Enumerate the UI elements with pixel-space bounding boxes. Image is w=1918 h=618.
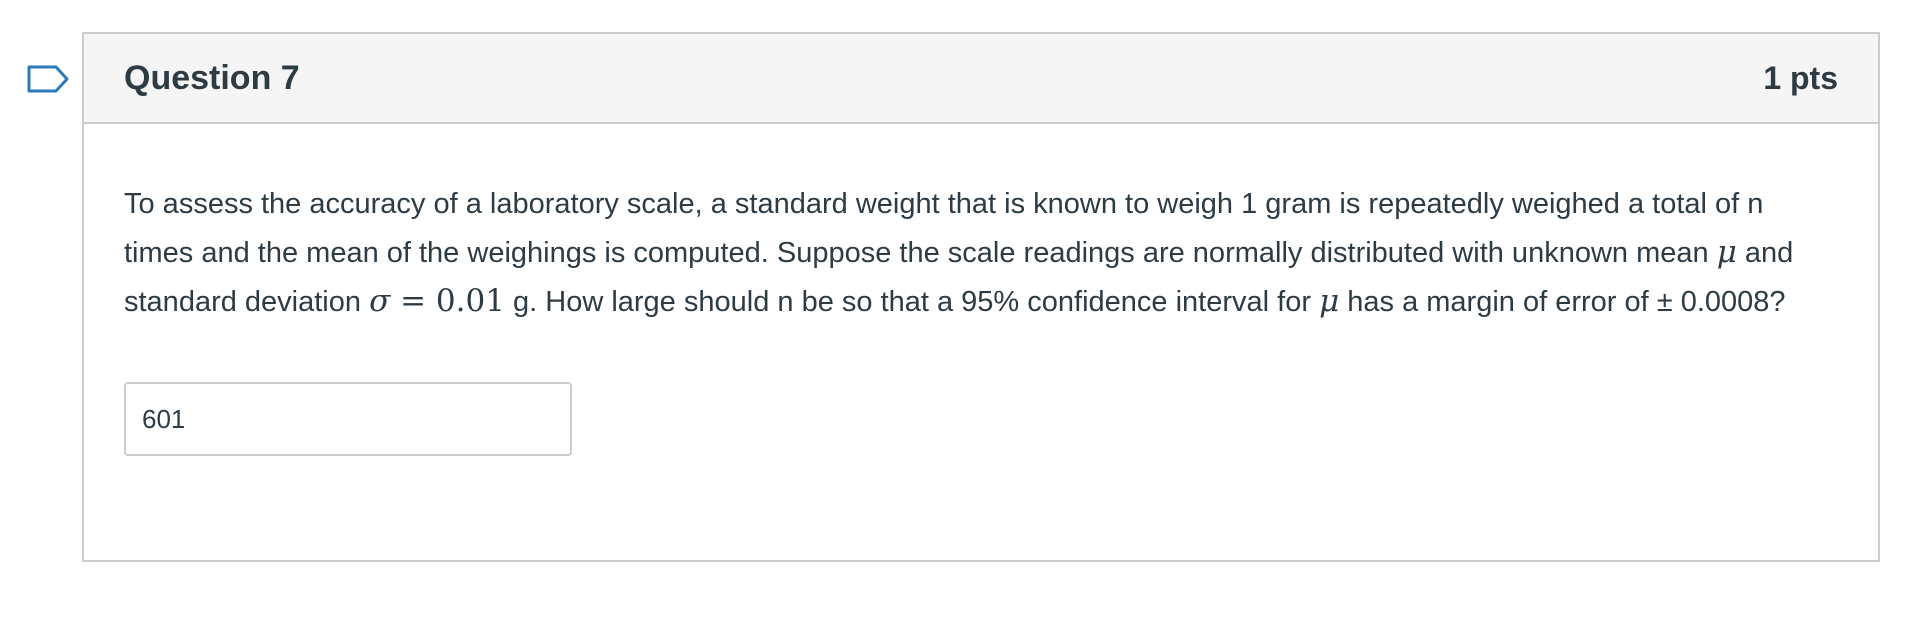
question-text: To assess the accuracy of a laboratory s…: [124, 180, 1838, 326]
question-header: Question 7 1 pts: [84, 34, 1878, 124]
flag-question-icon[interactable]: [26, 64, 70, 94]
question-text-part3: g. How large should n be so that a 95% c…: [504, 286, 1320, 318]
question-title: Question 7: [124, 58, 300, 97]
question-body: To assess the accuracy of a laboratory s…: [84, 124, 1878, 456]
math-mu: μ: [1716, 234, 1737, 270]
question-points: 1 pts: [1763, 59, 1838, 96]
answer-input[interactable]: 601: [124, 382, 572, 456]
math-mu-2: μ: [1319, 283, 1340, 319]
math-sigma-expression: σ = 0.01: [369, 283, 505, 319]
question-text-part4: has a margin of error of ± 0.0008?: [1339, 286, 1786, 318]
question-card: Question 7 1 pts To assess the accuracy …: [82, 32, 1880, 562]
question-text-part1: To assess the accuracy of a laboratory s…: [124, 188, 1764, 269]
